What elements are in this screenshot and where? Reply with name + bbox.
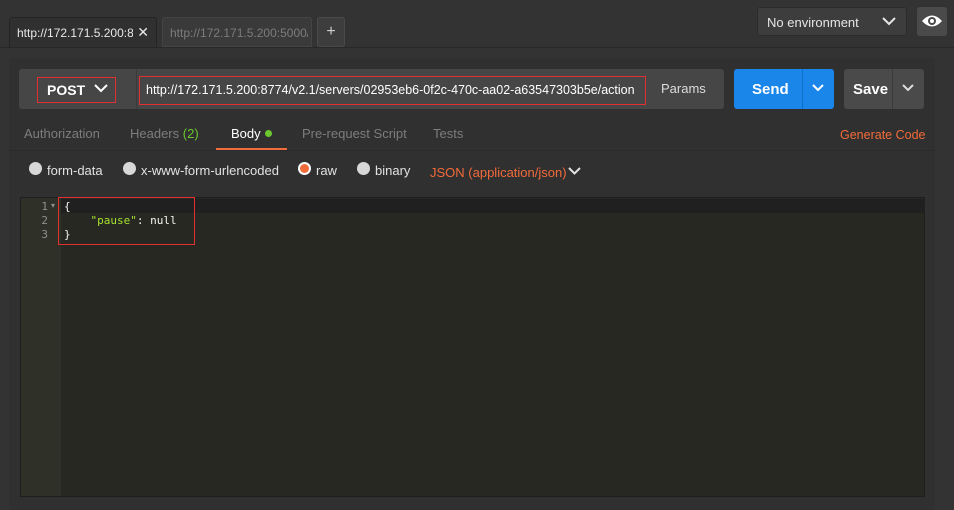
tab-headers-label: Headers (130, 126, 180, 141)
generate-code-link[interactable]: Generate Code (840, 128, 925, 142)
save-button[interactable]: Save (844, 69, 924, 109)
fold-arrow-icon[interactable]: ▾ (51, 201, 55, 210)
tab-title: http://172.171.5.200:8774/v2.1/servers/0… (17, 26, 133, 40)
url-input[interactable]: http://172.171.5.200:8774/v2.1/servers/0… (139, 76, 646, 105)
tab-body-label: Body (231, 126, 261, 141)
chevron-down-icon (94, 84, 108, 93)
chevron-down-icon[interactable] (811, 81, 825, 95)
tab-request-active[interactable]: http://172.171.5.200:8774/v2.1/servers/0… (9, 17, 157, 47)
form-data-label[interactable]: form-data (47, 163, 103, 178)
method-label: POST (47, 82, 86, 98)
content-type-select[interactable]: JSON (application/json) (430, 165, 567, 180)
radio-urlencoded[interactable] (123, 162, 136, 175)
tab-headers[interactable]: Headers (2) (130, 126, 199, 141)
body-indicator-dot (264, 130, 272, 137)
eye-icon[interactable] (917, 7, 947, 36)
subtab-divider (9, 150, 935, 151)
plus-icon[interactable]: + (317, 17, 345, 47)
chevron-down-icon[interactable] (568, 166, 581, 176)
tab-title: http://172.171.5.200:5000/v3/auth/tokens (170, 26, 308, 40)
close-icon[interactable]: ✕ (137, 24, 149, 41)
params-button[interactable]: Params (661, 81, 706, 96)
radio-binary[interactable] (357, 162, 370, 175)
environment-select[interactable]: No environment (757, 7, 907, 36)
headers-count-badge: (2) (182, 126, 199, 141)
save-label: Save (853, 81, 889, 98)
raw-label[interactable]: raw (316, 163, 337, 178)
send-button[interactable]: Send (734, 69, 834, 109)
tab-tests[interactable]: Tests (433, 126, 463, 141)
chevron-down-icon (882, 17, 896, 26)
tab-body[interactable]: Body (231, 126, 272, 141)
line-number: 2 (41, 214, 48, 227)
tab-strip-divider (0, 47, 954, 48)
line-number: 1 (41, 200, 48, 213)
editor-gutter: 1 ▾ 2 3 (21, 198, 61, 496)
method-select[interactable]: POST (19, 69, 136, 109)
save-divider (892, 69, 893, 109)
radio-raw[interactable] (298, 162, 311, 175)
send-divider (802, 69, 803, 109)
urlencoded-label[interactable]: x-www-form-urlencoded (141, 163, 279, 178)
send-label: Send (752, 81, 789, 98)
url-bar: http://172.171.5.200:8774/v2.1/servers/0… (136, 69, 724, 109)
binary-label[interactable]: binary (375, 163, 410, 178)
tab-authorization[interactable]: Authorization (24, 126, 100, 141)
method-highlight: POST (37, 77, 116, 103)
chevron-down-icon[interactable] (901, 81, 915, 95)
radio-form-data[interactable] (29, 162, 42, 175)
code-highlight-box (58, 197, 195, 245)
tab-request-inactive[interactable]: http://172.171.5.200:5000/v3/auth/tokens (162, 17, 312, 47)
url-text: http://172.171.5.200:8774/v2.1/servers/0… (146, 83, 635, 97)
environment-label: No environment (767, 15, 859, 30)
line-number: 3 (41, 228, 48, 241)
tab-pre-request-script[interactable]: Pre-request Script (302, 126, 407, 141)
